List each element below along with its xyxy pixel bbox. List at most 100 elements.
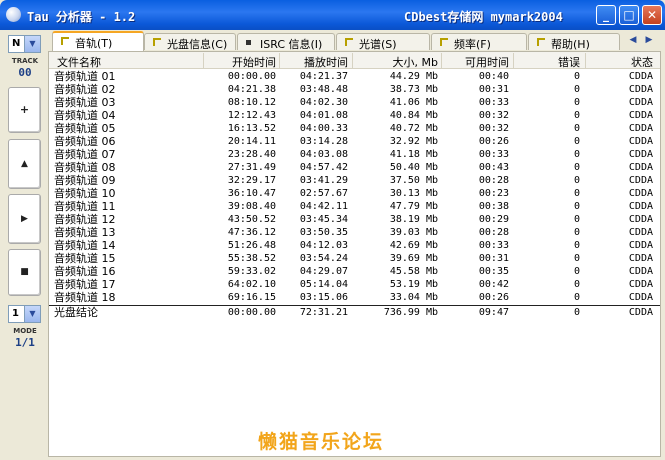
close-button[interactable]: ✕ — [642, 5, 662, 25]
tab-flag-icon — [61, 37, 69, 45]
cell-play: 03:15.06 — [299, 292, 348, 303]
table-row[interactable]: 音频轨道 14 51:26.48 04:12.03 42.69 Mb 00:33 0 CDD… — [49, 239, 660, 252]
cell-status: CDDA — [628, 201, 653, 212]
table-row[interactable]: 音频轨道 18 69:16.15 03:15.06 33.04 Mb 00:26 0 CDD… — [49, 291, 660, 304]
cell-start: 12:12.43 — [227, 110, 276, 121]
cell-start: 51:26.48 — [227, 240, 276, 251]
cell-play: 04:21.37 — [299, 71, 348, 82]
cell-start: 20:14.11 — [227, 136, 276, 147]
title-bar[interactable]: Tau 分析器 - 1.2 CDbest存储网 mymark2004 _ □ ✕ — [0, 0, 665, 30]
cell-avail: 00:31 — [478, 253, 509, 264]
cell-status: CDDA — [628, 136, 653, 147]
cell-avail: 00:33 — [478, 149, 509, 160]
drive-select-value: N — [12, 38, 21, 49]
cell-status: CDDA — [628, 227, 653, 238]
cell-status: CDDA — [628, 279, 653, 290]
table-row[interactable]: 音频轨道 17 64:02.10 05:14.04 53.19 Mb 00:42 0 CDD… — [49, 278, 660, 291]
table-row[interactable]: 音频轨道 01 00:00.00 04:21.37 44.29 Mb 00:40 0 CDD… — [49, 70, 660, 83]
drive-select[interactable]: N ▼ — [8, 35, 41, 53]
cell-start: 16:13.52 — [227, 123, 276, 134]
cell-size: 38.73 Mb — [389, 84, 438, 95]
stop-button[interactable]: ■ — [8, 249, 41, 296]
table-row[interactable]: 音频轨道 05 16:13.52 04:00.33 40.72 Mb 00:32 0 CDD… — [49, 122, 660, 135]
cell-start: 59:33.02 — [227, 266, 276, 277]
cell-status: CDDA — [628, 266, 653, 277]
col-header-errors[interactable]: 错误 — [514, 54, 580, 70]
tab-disc-info[interactable]: 光盘信息(C) — [144, 33, 236, 51]
cell-errors: 0 — [573, 188, 580, 199]
tab-tracks[interactable]: 音轨(T) — [52, 31, 144, 51]
eject-button[interactable]: ▲ — [8, 139, 41, 189]
cell-play: 03:41.29 — [299, 175, 348, 186]
table-total-row[interactable]: 光盘结论 00:00.00 72:31.21 736.99 Mb 09:47 0 CDDA — [49, 305, 660, 319]
mode-select[interactable]: 1 ▼ — [8, 305, 41, 323]
cell-start: 27:31.49 — [227, 162, 276, 173]
cell-size: 41.18 Mb — [389, 149, 438, 160]
cell-errors: 0 — [573, 201, 580, 212]
cell-name: 音频轨道 17 — [54, 278, 116, 291]
col-header-size[interactable]: 大小, Mb — [353, 54, 438, 70]
table-row[interactable]: 音频轨道 07 23:28.40 04:03.08 41.18 Mb 00:33 0 CDD… — [49, 148, 660, 161]
table-row[interactable]: 音频轨道 04 12:12.43 04:01.08 40.84 Mb 00:32 0 CDD… — [49, 109, 660, 122]
chevron-down-icon[interactable]: ▼ — [24, 306, 40, 322]
table-row[interactable]: 音频轨道 10 36:10.47 02:57.67 30.13 Mb 00:23 0 CDD… — [49, 187, 660, 200]
table-row[interactable]: 音频轨道 09 32:29.17 03:41.29 37.50 Mb 00:28 0 CDD… — [49, 174, 660, 187]
tab-scroll-right-icon[interactable]: ▶ — [642, 33, 656, 47]
cell-status: CDDA — [628, 84, 653, 95]
col-header-start[interactable]: 开始时间 — [204, 54, 276, 70]
cell-avail: 00:26 — [478, 292, 509, 303]
col-header-name[interactable]: 文件名称 — [57, 54, 101, 70]
cell-size: 53.19 Mb — [389, 279, 438, 290]
cell-status: CDDA — [628, 188, 653, 199]
track-label: TRACK — [11, 57, 39, 65]
table-row[interactable]: 音频轨道 06 20:14.11 03:14.28 32.92 Mb 00:26 0 CDD… — [49, 135, 660, 148]
mode-select-value: 1 — [12, 308, 19, 319]
tab-scroll-left-icon[interactable]: ◀ — [626, 33, 640, 47]
table-row[interactable]: 音频轨道 16 59:33.02 04:29.07 45.58 Mb 00:35 0 CDD… — [49, 265, 660, 278]
cell-name: 光盘结论 — [54, 306, 98, 319]
table-row[interactable]: 音频轨道 13 47:36.12 03:50.35 39.03 Mb 00:28 0 CDD… — [49, 226, 660, 239]
maximize-button[interactable]: □ — [619, 5, 639, 25]
cell-status: CDDA — [628, 292, 653, 303]
cell-avail: 00:32 — [478, 110, 509, 121]
app-icon — [6, 7, 21, 22]
window-subtitle: CDbest存储网 mymark2004 — [404, 10, 563, 24]
cell-name: 音频轨道 12 — [54, 213, 116, 226]
tab-spectrum[interactable]: 光谱(S) — [336, 33, 430, 51]
play-icon: ▶ — [21, 214, 28, 224]
play-button[interactable]: ▶ — [8, 194, 41, 244]
table-row[interactable]: 音频轨道 03 08:10.12 04:02.30 41.06 Mb 00:33 0 CDD… — [49, 96, 660, 109]
cell-size: 47.79 Mb — [389, 201, 438, 212]
cell-errors: 0 — [573, 175, 580, 186]
table-row[interactable]: 音频轨道 15 55:38.52 03:54.24 39.69 Mb 00:31 0 CDD… — [49, 252, 660, 265]
tab-label: 光谱(S) — [359, 38, 397, 51]
col-header-play[interactable]: 播放时间 — [280, 54, 348, 70]
cell-start: 08:10.12 — [227, 97, 276, 108]
tab-label: 音轨(T) — [75, 37, 113, 50]
cell-start: 23:28.40 — [227, 149, 276, 160]
cell-start: 36:10.47 — [227, 188, 276, 199]
minimize-button[interactable]: _ — [596, 5, 616, 25]
add-button[interactable]: + — [8, 87, 41, 133]
table-row[interactable]: 音频轨道 02 04:21.38 03:48.48 38.73 Mb 00:31 0 CDD… — [49, 83, 660, 96]
col-header-avail[interactable]: 可用时间 — [442, 54, 509, 70]
table-row[interactable]: 音频轨道 08 27:31.49 04:57.42 50.40 Mb 00:43 0 CDD… — [49, 161, 660, 174]
cell-play: 04:29.07 — [299, 266, 348, 277]
tab-frequency[interactable]: 频率(F) — [431, 33, 527, 51]
tab-help[interactable]: 帮助(H) — [528, 33, 620, 51]
cell-status: CDDA — [628, 149, 653, 160]
cell-status: CDDA — [628, 162, 653, 173]
cell-start: 69:16.15 — [227, 292, 276, 303]
tab-isrc-info[interactable]: ISRC 信息(I) — [237, 33, 335, 51]
cell-avail: 00:28 — [478, 227, 509, 238]
cell-status: CDDA — [628, 97, 653, 108]
cell-start: 64:02.10 — [227, 279, 276, 290]
cell-name: 音频轨道 13 — [54, 226, 116, 239]
table-row[interactable]: 音频轨道 12 43:50.52 03:45.34 38.19 Mb 00:29 0 CDD… — [49, 213, 660, 226]
col-header-status[interactable]: 状态 — [586, 54, 653, 70]
chevron-down-icon[interactable]: ▼ — [24, 36, 40, 52]
cell-avail: 00:28 — [478, 175, 509, 186]
cell-play: 04:03.08 — [299, 149, 348, 160]
table-row[interactable]: 音频轨道 11 39:08.40 04:42.11 47.79 Mb 00:38 0 CDD… — [49, 200, 660, 213]
cell-start: 39:08.40 — [227, 201, 276, 212]
